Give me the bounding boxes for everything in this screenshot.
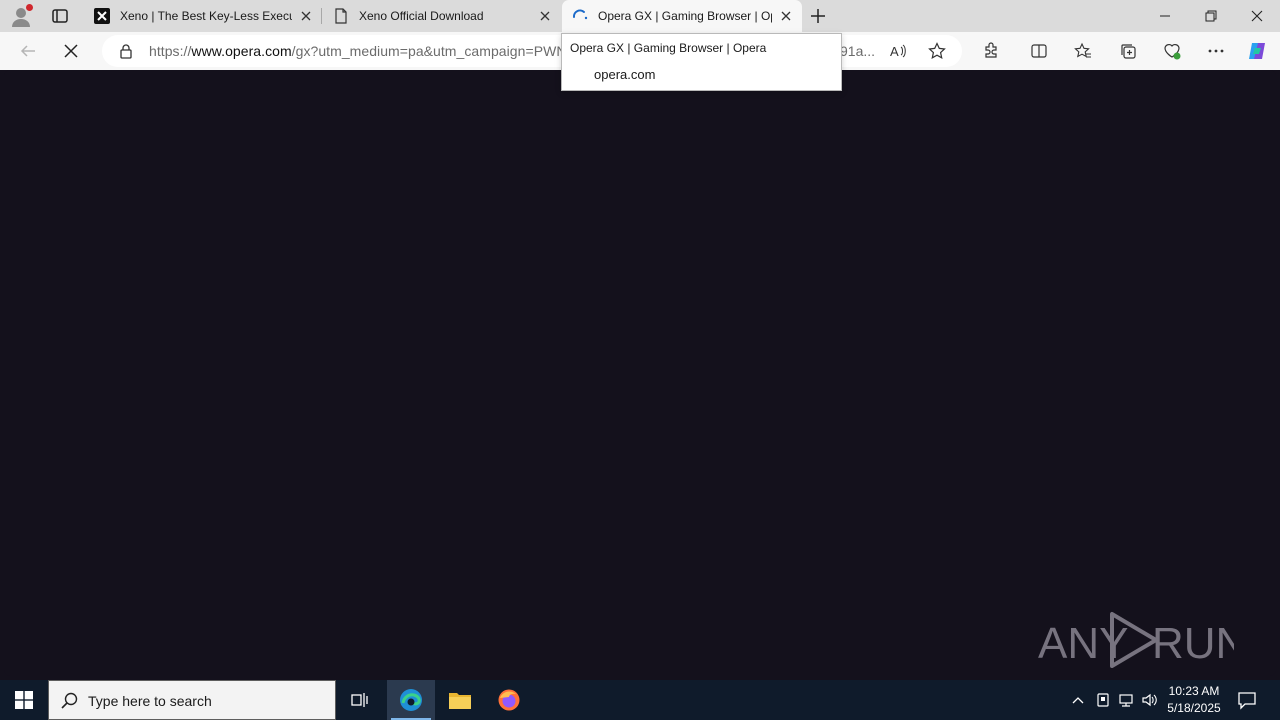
search-icon: [61, 692, 79, 715]
split-screen-icon[interactable]: [1028, 40, 1050, 62]
close-tab-icon[interactable]: [537, 8, 553, 24]
taskbar-clock[interactable]: 10:23 AM 5/18/2025: [1160, 683, 1228, 717]
task-view-icon[interactable]: [336, 680, 384, 720]
tab-hover-tooltip: Opera GX | Gaming Browser | Opera opera.…: [561, 33, 842, 91]
tab-opera-gx[interactable]: Opera GX | Gaming Browser | Opera: [562, 0, 802, 32]
file-explorer-icon[interactable]: [436, 680, 484, 720]
clock-time: 10:23 AM: [1168, 684, 1220, 698]
windows-start-button[interactable]: [0, 680, 48, 720]
svg-text:ANY: ANY: [1038, 619, 1128, 668]
page-content[interactable]: [4, 70, 1276, 676]
restore-button[interactable]: [1188, 0, 1234, 32]
url-text[interactable]: https://www.opera.com/gx?utm_medium=pa&u…: [149, 43, 567, 59]
browser-essentials-icon[interactable]: [1161, 40, 1183, 62]
tab-title: Xeno | The Best Key-Less Executor: [120, 9, 292, 23]
stop-loading-icon[interactable]: [60, 40, 82, 62]
network-icon[interactable]: [1116, 690, 1136, 710]
close-window-button[interactable]: [1234, 0, 1280, 32]
close-tab-icon[interactable]: [778, 8, 794, 24]
search-placeholder: Type here to search: [88, 693, 212, 709]
firefox-icon[interactable]: [485, 680, 533, 720]
url-scheme: https://: [149, 43, 192, 59]
svg-text:RUN: RUN: [1152, 619, 1234, 668]
tab-title: Opera GX | Gaming Browser | Opera: [598, 9, 772, 23]
page-icon: [333, 8, 349, 24]
url-tail: 91a...: [840, 43, 876, 59]
favorite-star-icon[interactable]: [926, 40, 948, 62]
notification-center-icon[interactable]: [1236, 689, 1258, 711]
tab-xeno-download[interactable]: Xeno Official Download: [323, 0, 561, 32]
favorites-icon[interactable]: [1072, 40, 1094, 62]
tab-xeno-executor[interactable]: Xeno | The Best Key-Less Executor: [84, 0, 322, 32]
edge-taskbar-icon[interactable]: [387, 680, 435, 720]
chevron-up-icon[interactable]: [1068, 690, 1088, 710]
tab-title: Xeno Official Download: [359, 9, 484, 23]
lock-icon[interactable]: [115, 40, 137, 62]
tab-strip: Xeno | The Best Key-Less Executor Xeno O…: [0, 0, 1280, 32]
anyrun-watermark-logo: ANY RUN: [1038, 612, 1234, 668]
profile-avatar-icon[interactable]: [9, 4, 33, 28]
taskbar-search-box[interactable]: Type here to search: [48, 680, 336, 720]
url-path: /gx?utm_medium=pa&utm_campaign=PWN: [291, 43, 567, 59]
loading-spinner-icon: [572, 8, 588, 24]
read-aloud-icon[interactable]: A: [887, 40, 909, 62]
tab-separator: [321, 8, 322, 24]
xeno-favicon: [94, 8, 110, 24]
notification-dot-icon: [26, 4, 33, 11]
svg-text:A: A: [890, 44, 899, 59]
tab-actions-icon[interactable]: [50, 6, 70, 26]
extensions-icon[interactable]: [980, 40, 1002, 62]
clock-date: 5/18/2025: [1167, 701, 1221, 715]
back-arrow-icon[interactable]: [17, 40, 39, 62]
volume-icon[interactable]: [1140, 690, 1160, 710]
tooltip-title: Opera GX | Gaming Browser | Opera: [570, 41, 767, 55]
windows-taskbar: Type here to search 10:23 AM 5/18/2025: [0, 680, 1280, 720]
minimize-button[interactable]: [1142, 0, 1188, 32]
tooltip-domain: opera.com: [594, 67, 656, 82]
collections-icon[interactable]: [1117, 40, 1139, 62]
new-tab-icon[interactable]: [808, 6, 828, 26]
close-tab-icon[interactable]: [298, 8, 314, 24]
more-options-icon[interactable]: [1205, 40, 1227, 62]
device-tray-icon[interactable]: [1093, 690, 1113, 710]
copilot-icon[interactable]: [1246, 40, 1268, 62]
url-host: www.opera.com: [191, 43, 292, 59]
